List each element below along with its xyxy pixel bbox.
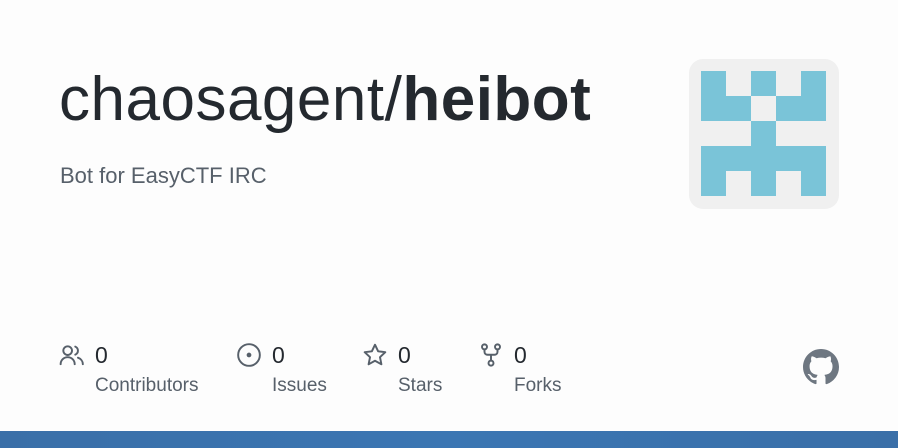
forks-label: Forks: [514, 375, 562, 396]
issues-count: 0: [272, 342, 285, 368]
issues-label: Issues: [272, 375, 327, 396]
github-mark-icon[interactable]: [803, 349, 839, 385]
identicon-image: [701, 71, 826, 196]
repo-separator: /: [384, 65, 403, 134]
issue-opened-icon: [237, 343, 261, 367]
repo-forked-icon: [481, 343, 501, 367]
repo-owner[interactable]: chaosagent: [59, 65, 385, 134]
stars-count: 0: [398, 342, 411, 368]
contributors-label: Contributors: [95, 375, 199, 396]
bottom-accent-bar: [0, 431, 898, 448]
contributors-count: 0: [95, 342, 108, 368]
repo-description: Bot for EasyCTF IRC: [60, 163, 267, 188]
stars-label: Stars: [398, 375, 443, 396]
forks-count: 0: [514, 342, 527, 368]
people-icon: [59, 345, 84, 366]
repo-name[interactable]: heibot: [402, 65, 591, 134]
star-icon: [363, 343, 387, 366]
repo-title[interactable]: chaosagent/heibot: [59, 62, 591, 138]
owner-avatar[interactable]: [689, 59, 839, 209]
